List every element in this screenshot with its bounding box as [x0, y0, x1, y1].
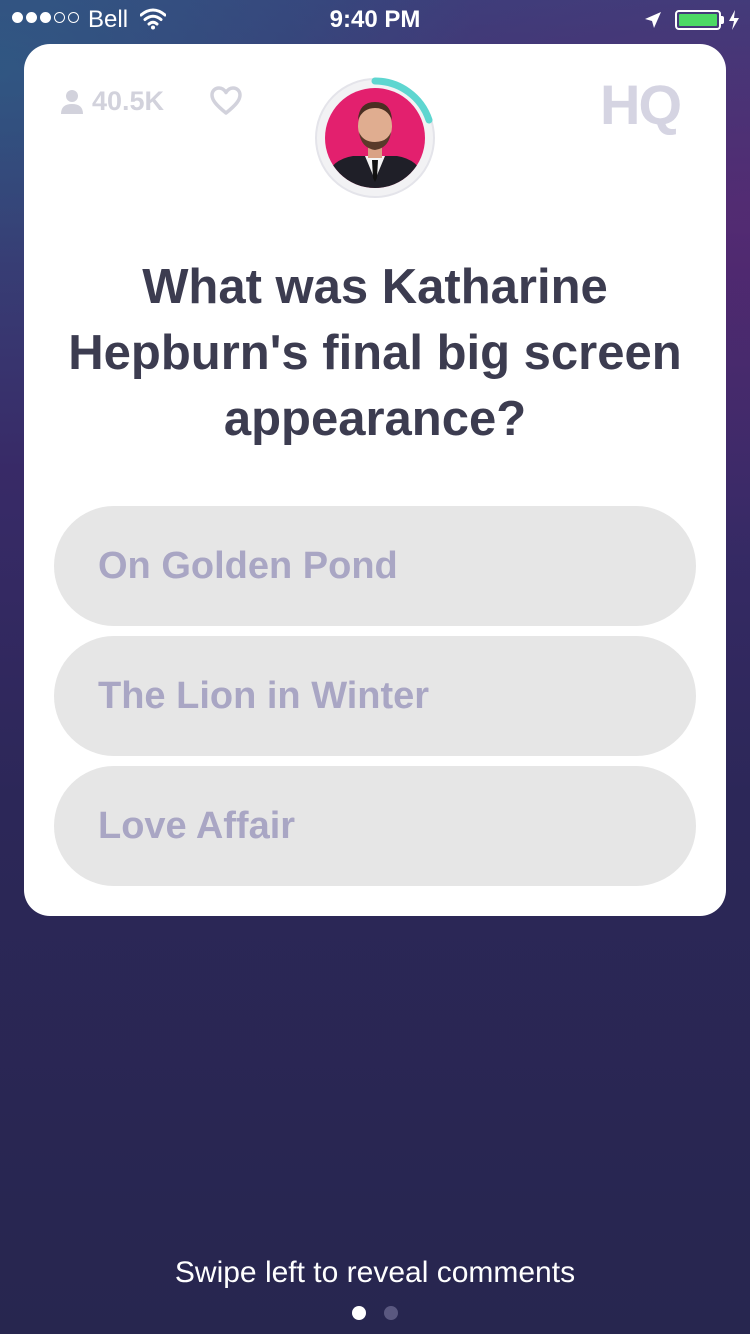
status-bar: Bell 9:40 PM: [0, 0, 750, 40]
question-text: What was Katharine Hepburn's final big s…: [68, 260, 682, 446]
answer-option-3[interactable]: Love Affair: [54, 766, 696, 886]
charging-bolt-icon: [729, 10, 739, 30]
location-arrow-icon: [645, 12, 661, 28]
swipe-hint: Swipe left to reveal comments: [174, 1256, 576, 1289]
page-dot-active[interactable]: [352, 1306, 366, 1320]
answer-option-2[interactable]: The Lion in Winter: [54, 636, 696, 756]
page-indicator[interactable]: [352, 1306, 398, 1320]
status-time: 9:40 PM: [329, 6, 421, 33]
battery-level: [679, 14, 717, 26]
answer-option-1[interactable]: On Golden Pond: [54, 506, 696, 626]
question-card: 40.5K HQ What was Katharine Hepburn's fi…: [24, 44, 726, 916]
viewer-count-label: 40.5K: [92, 86, 165, 116]
hq-logo: HQ: [600, 73, 682, 136]
person-icon: [61, 89, 83, 114]
host-avatar: [313, 76, 437, 200]
page-dot[interactable]: [384, 1306, 398, 1320]
heart-icon[interactable]: [210, 86, 242, 116]
battery-icon: [675, 10, 721, 30]
battery-tip: [721, 16, 724, 24]
viewer-count: 40.5K: [60, 86, 164, 117]
